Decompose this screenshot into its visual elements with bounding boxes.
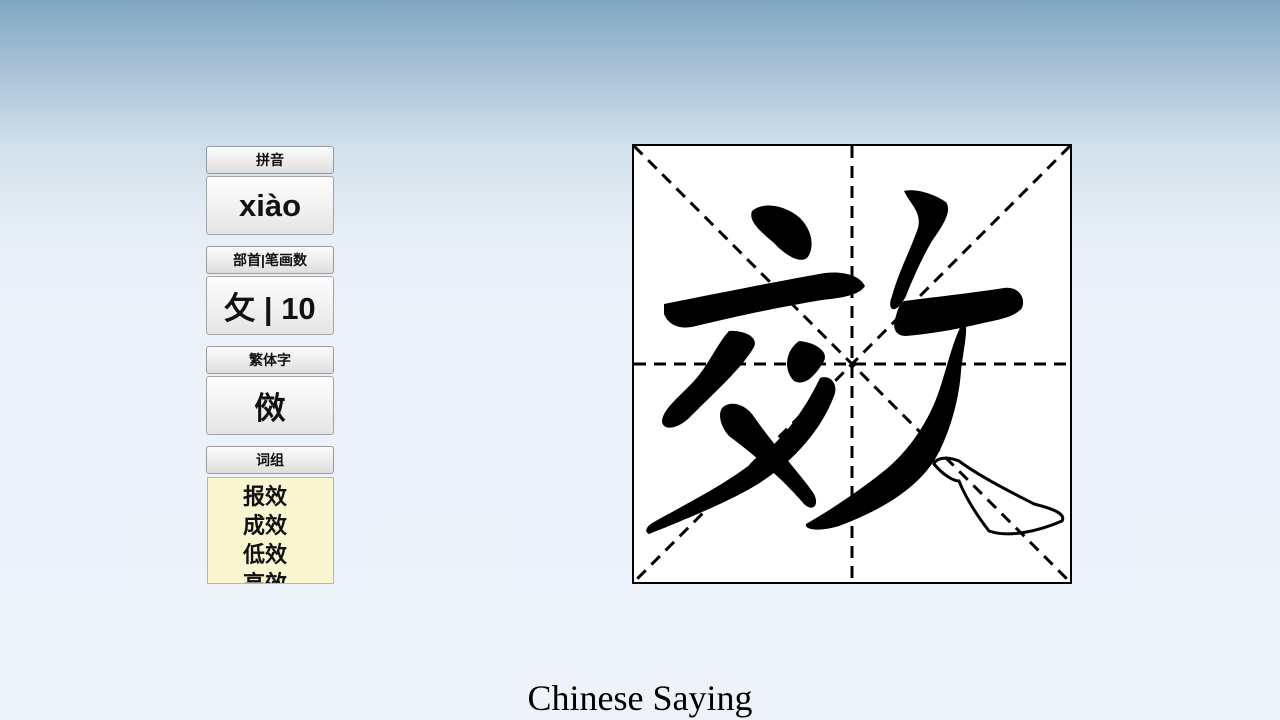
words-label-button[interactable]: 词组 xyxy=(206,446,334,474)
list-item[interactable]: 高效 xyxy=(243,569,333,583)
radical-strokes-value: 攵 | 10 xyxy=(224,291,316,326)
character-strokes xyxy=(646,190,1024,534)
traditional-value: 傚 xyxy=(254,391,286,426)
traditional-label-button[interactable]: 繁体字 xyxy=(206,346,334,374)
radical-strokes-label-button[interactable]: 部首|笔画数 xyxy=(206,246,334,274)
list-item[interactable]: 成效 xyxy=(243,511,333,540)
stroke-outline xyxy=(932,456,1065,536)
pinyin-value-box: xiào xyxy=(206,176,334,235)
traditional-value-box: 傚 xyxy=(206,376,334,435)
list-item[interactable]: 报效 xyxy=(243,482,333,511)
pinyin-value: xiào xyxy=(238,187,302,223)
words-label: 词组 xyxy=(256,452,284,468)
list-item[interactable]: 低效 xyxy=(243,540,333,569)
radical-strokes-label: 部首|笔画数 xyxy=(233,252,307,268)
pinyin-label: 拼音 xyxy=(256,152,284,168)
character-grid xyxy=(632,144,1072,584)
page-caption: Chinese Saying xyxy=(527,678,753,718)
pinyin-label-button[interactable]: 拼音 xyxy=(206,146,334,174)
words-list[interactable]: 报效 成效 低效 高效 xyxy=(207,477,334,584)
character-grid-canvas xyxy=(634,146,1070,582)
traditional-label: 繁体字 xyxy=(249,352,291,368)
radical-strokes-value-box: 攵 | 10 xyxy=(206,276,334,335)
